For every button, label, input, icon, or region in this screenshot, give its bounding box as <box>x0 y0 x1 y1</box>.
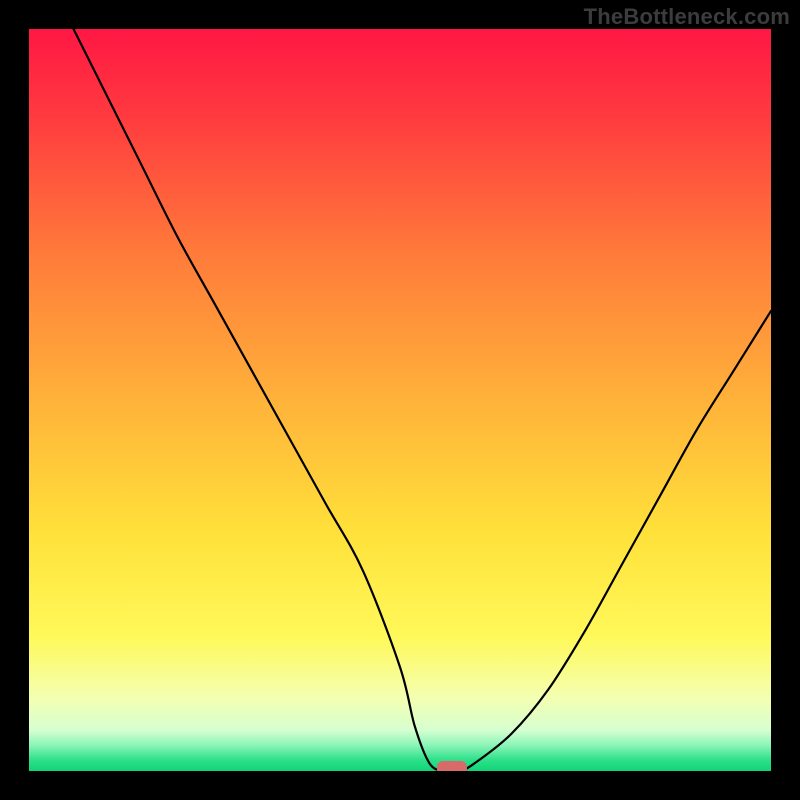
minimum-marker <box>437 761 467 771</box>
watermark-text: TheBottleneck.com <box>584 4 790 30</box>
plot-area <box>29 29 771 771</box>
bottleneck-chart <box>29 29 771 771</box>
gradient-background <box>29 29 771 771</box>
chart-frame: TheBottleneck.com <box>0 0 800 800</box>
